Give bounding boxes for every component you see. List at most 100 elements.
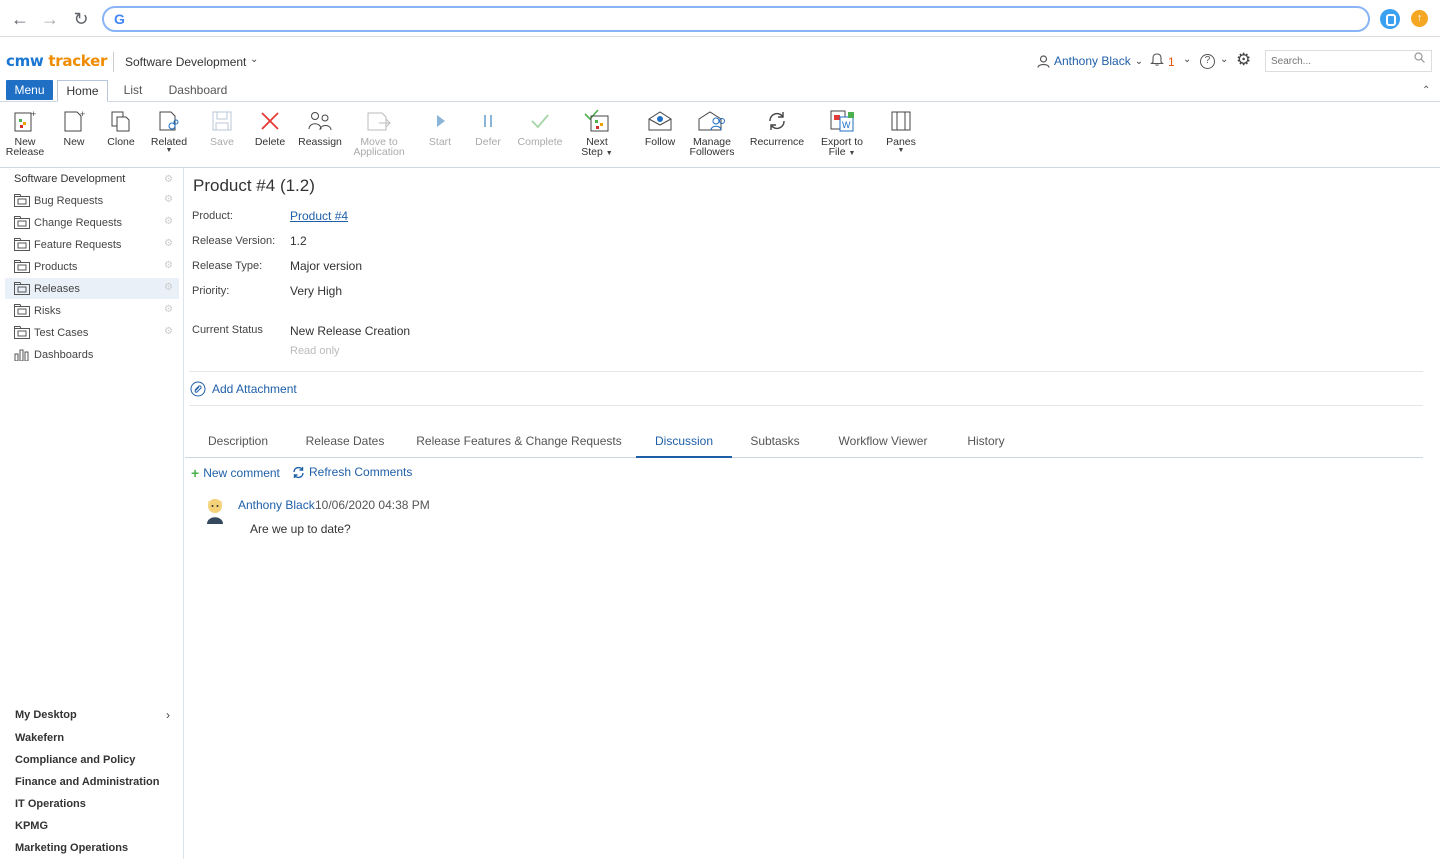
folder-icon: [14, 326, 30, 339]
folder-icon: [14, 194, 30, 207]
manage-followers-button[interactable]: Manage Followers: [682, 102, 742, 157]
tab-home[interactable]: Home: [57, 80, 108, 102]
nav-finance[interactable]: Finance and Administration: [15, 776, 159, 788]
recurrence-button[interactable]: Recurrence: [747, 102, 807, 147]
avatar: [207, 499, 223, 524]
tab-description[interactable]: Description: [199, 432, 277, 458]
bell-icon[interactable]: [1150, 52, 1164, 69]
comment-author[interactable]: Anthony Black: [238, 498, 315, 512]
search-icon[interactable]: [1414, 52, 1425, 66]
google-icon: G: [114, 11, 125, 27]
new-release-icon: +: [14, 109, 36, 132]
help-icon[interactable]: ?: [1200, 54, 1215, 69]
extension-icon[interactable]: [1380, 9, 1400, 29]
sidebar-item-risks[interactable]: Risks ⚙: [5, 300, 179, 321]
refresh-icon: [293, 466, 304, 478]
sidebar-item-dashboards[interactable]: Dashboards: [5, 344, 179, 365]
gear-icon[interactable]: ⚙: [1236, 50, 1251, 70]
chevron-down-icon: ▼: [897, 147, 905, 154]
folder-icon: [14, 282, 30, 295]
nav-kpmg[interactable]: KPMG: [15, 820, 48, 832]
related-button[interactable]: Related ▼: [139, 102, 199, 154]
nav-my-desktop[interactable]: My Desktop: [15, 709, 77, 721]
product-link[interactable]: Product #4: [290, 209, 348, 223]
search-input[interactable]: [1265, 50, 1432, 72]
gear-icon[interactable]: ⚙: [164, 194, 173, 205]
tab-release-features[interactable]: Release Features & Change Requests: [413, 432, 625, 458]
update-icon[interactable]: ↑: [1411, 10, 1428, 27]
sidebar-item-bug-requests[interactable]: Bug Requests ⚙: [5, 190, 179, 211]
refresh-comments-button[interactable]: Refresh Comments: [292, 465, 412, 479]
reload-icon[interactable]: ↻: [70, 8, 92, 30]
comment-date: 10/06/2020 04:38 PM: [315, 498, 430, 512]
gear-icon[interactable]: ⚙: [164, 304, 173, 315]
chevron-up-icon[interactable]: ⌃: [1422, 85, 1430, 96]
tab-release-dates[interactable]: Release Dates: [299, 432, 391, 458]
tab-history[interactable]: History: [957, 432, 1015, 458]
release-type-label: Release Type:: [192, 260, 263, 272]
gear-icon[interactable]: ⚙: [164, 238, 173, 249]
new-comment-button[interactable]: + New comment: [191, 465, 280, 481]
follow-button[interactable]: Follow: [630, 102, 690, 147]
sidebar-item-products[interactable]: Products ⚙: [5, 256, 179, 277]
nav-it-operations[interactable]: IT Operations: [15, 798, 86, 810]
gear-icon[interactable]: ⚙: [164, 174, 173, 185]
next-step-button[interactable]: Next Step ▼: [567, 102, 627, 157]
menu-button[interactable]: Menu: [6, 80, 53, 100]
address-bar[interactable]: G: [102, 6, 1370, 32]
gear-icon[interactable]: ⚙: [164, 216, 173, 227]
folder-icon: [14, 260, 30, 273]
sidebar-item-feature-requests[interactable]: Feature Requests ⚙: [5, 234, 179, 255]
page-title: Product #4 (1.2): [193, 176, 315, 195]
sidebar-item-test-cases[interactable]: Test Cases ⚙: [5, 322, 179, 343]
move-to-application-button[interactable]: Move to Application: [349, 102, 409, 157]
record-content: Product #4 (1.2) Product: Product #4 Rel…: [185, 168, 1440, 859]
gear-icon[interactable]: ⚙: [164, 282, 173, 293]
plus-icon: +: [191, 465, 200, 481]
tab-workflow-viewer[interactable]: Workflow Viewer: [829, 432, 937, 458]
gear-icon[interactable]: ⚙: [164, 260, 173, 271]
back-icon[interactable]: ←: [9, 8, 31, 30]
gear-icon[interactable]: ⚙: [164, 326, 173, 337]
add-attachment-button[interactable]: Add Attachment: [190, 381, 297, 397]
related-icon: [159, 111, 179, 131]
tab-list[interactable]: List: [118, 80, 148, 102]
recurrence-icon: [769, 112, 785, 130]
chevron-down-icon[interactable]: ⌄: [250, 54, 258, 65]
tab-discussion[interactable]: Discussion: [636, 432, 732, 458]
defer-button[interactable]: Defer: [458, 102, 518, 147]
sidebar-root[interactable]: Software Development: [14, 173, 125, 185]
nav-wakefern[interactable]: Wakefern: [15, 732, 64, 744]
follow-icon: [648, 111, 672, 131]
tab-subtasks[interactable]: Subtasks: [743, 432, 807, 458]
save-icon: [212, 111, 232, 131]
svg-text:+: +: [31, 109, 36, 119]
product-label: Product:: [192, 210, 233, 222]
panes-icon: [891, 111, 911, 131]
chevron-down-icon[interactable]: ⌄: [1220, 54, 1228, 65]
notification-count: 1: [1168, 55, 1175, 69]
comment-text: Are we up to date?: [250, 522, 351, 536]
nav-compliance[interactable]: Compliance and Policy: [15, 754, 135, 766]
browser-toolbar: ← → ↻ G ↑: [0, 0, 1440, 37]
logo[interactable]: cmw tracker: [6, 52, 107, 70]
panes-button[interactable]: Panes ▼: [871, 102, 931, 154]
chevron-down-icon: ▼: [848, 150, 856, 157]
priority-value: Very High: [290, 284, 343, 298]
complete-button[interactable]: Complete: [510, 102, 570, 147]
export-to-file-button[interactable]: W Export to File ▼: [812, 102, 872, 157]
forward-icon[interactable]: →: [39, 8, 61, 30]
chevron-down-icon[interactable]: ⌄: [1183, 54, 1191, 65]
reassign-button[interactable]: Reassign: [290, 102, 350, 147]
folder-icon: [14, 216, 30, 229]
workspace-selector[interactable]: Software Development: [125, 55, 246, 69]
sidebar-item-releases[interactable]: Releases ⚙: [5, 278, 179, 299]
attachment-icon: [190, 381, 206, 397]
sidebar-item-change-requests[interactable]: Change Requests ⚙: [5, 212, 179, 233]
release-version-value: 1.2: [290, 234, 307, 248]
nav-marketing-operations[interactable]: Marketing Operations: [15, 842, 128, 854]
chevron-right-icon[interactable]: ›: [166, 708, 170, 722]
user-menu[interactable]: Anthony Black ⌄: [1037, 54, 1143, 68]
tab-dashboard[interactable]: Dashboard: [162, 80, 234, 102]
divider: [189, 405, 1423, 406]
